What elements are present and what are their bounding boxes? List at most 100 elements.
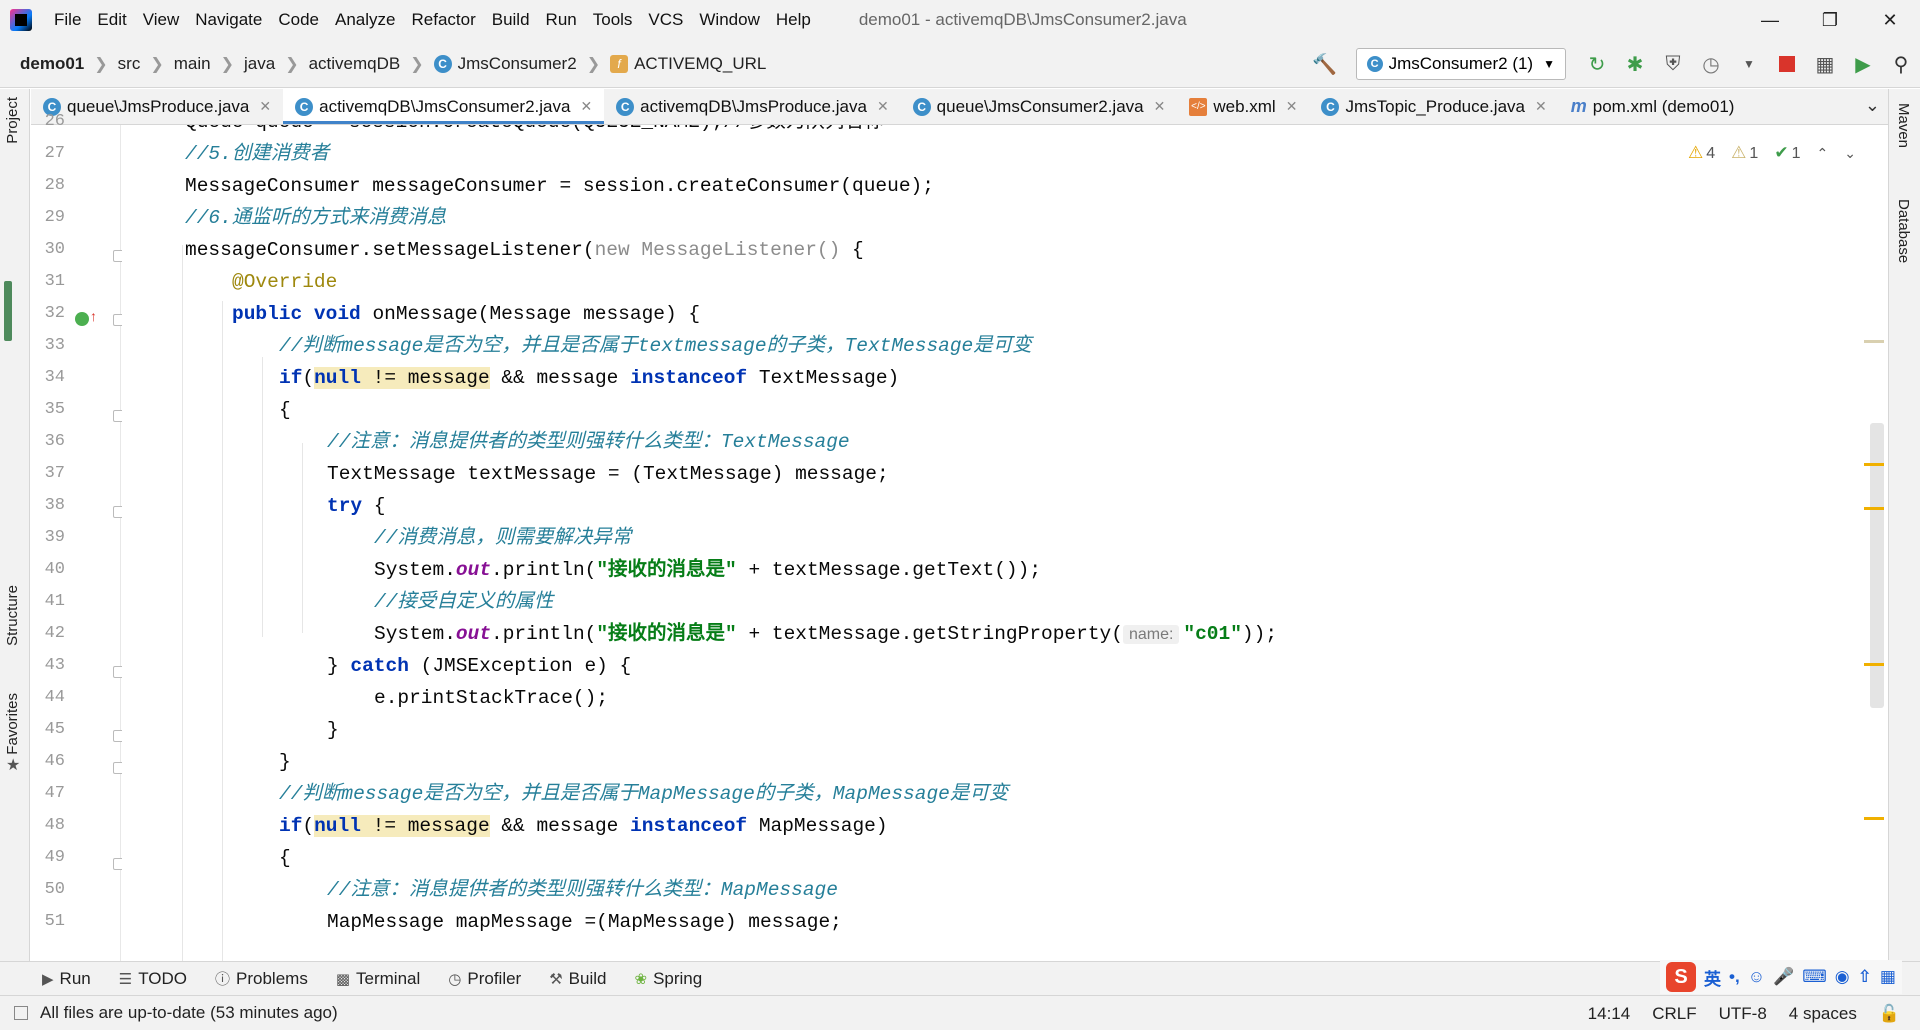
tab-queue-jmsconsumer2[interactable]: Cqueue\JmsConsumer2.java ✕ bbox=[901, 89, 1178, 124]
breadcrumb-class[interactable]: C JmsConsumer2 bbox=[428, 54, 583, 74]
close-icon[interactable]: ✕ bbox=[1286, 98, 1298, 115]
line-number[interactable]: 38 bbox=[31, 496, 65, 515]
close-button[interactable]: ✕ bbox=[1860, 0, 1920, 40]
restore-button[interactable]: ❐ bbox=[1800, 0, 1860, 40]
menu-view[interactable]: View bbox=[135, 0, 188, 40]
status-message[interactable]: All files are up-to-date (53 minutes ago… bbox=[14, 1003, 338, 1023]
error-stripe-marker[interactable] bbox=[1864, 817, 1884, 820]
close-icon[interactable]: ✕ bbox=[877, 98, 889, 115]
run-anything-icon[interactable]: ▶ bbox=[1846, 47, 1880, 81]
line-number[interactable]: 31 bbox=[31, 272, 65, 291]
warnings-count[interactable]: ⚠ 4 bbox=[1688, 143, 1715, 163]
line-number[interactable]: 40 bbox=[31, 560, 65, 579]
menu-analyze[interactable]: Analyze bbox=[327, 0, 403, 40]
line-number[interactable]: 30 bbox=[31, 240, 65, 259]
close-icon[interactable]: ✕ bbox=[259, 98, 271, 115]
project-tool-tab[interactable]: Project bbox=[4, 97, 21, 144]
menu-build[interactable]: Build bbox=[484, 0, 538, 40]
ime-toolbar[interactable]: S 英 •, ☺ 🎤 ⌨ ◉ ⇧ ▦ bbox=[1660, 960, 1902, 994]
breadcrumb-field[interactable]: f ACTIVEMQ_URL bbox=[604, 54, 772, 74]
line-number[interactable]: 44 bbox=[31, 688, 65, 707]
close-icon[interactable]: ✕ bbox=[1535, 98, 1547, 115]
line-number[interactable]: 35 bbox=[31, 400, 65, 419]
run-tool-button[interactable]: ▶ Run bbox=[42, 969, 91, 989]
tab-pom-xml[interactable]: m pom.xml (demo01) bbox=[1559, 89, 1747, 124]
line-number[interactable]: 32 bbox=[31, 304, 65, 323]
error-stripe-marker[interactable] bbox=[1864, 340, 1884, 343]
menu-edit[interactable]: Edit bbox=[89, 0, 134, 40]
menu-help[interactable]: Help bbox=[768, 0, 819, 40]
keyboard-icon[interactable]: ⌨ bbox=[1802, 967, 1827, 987]
error-stripe-marker[interactable] bbox=[1864, 463, 1884, 466]
caret-position[interactable]: 14:14 bbox=[1588, 1004, 1631, 1024]
rerun-icon[interactable]: ↻ bbox=[1580, 47, 1614, 81]
debug-bug-icon[interactable]: ✱ bbox=[1618, 47, 1652, 81]
menu-tools[interactable]: Tools bbox=[585, 0, 641, 40]
tab-activemqdb-jmsconsumer2[interactable]: CactivemqDB\JmsConsumer2.java ✕ bbox=[283, 89, 605, 124]
line-number[interactable]: 36 bbox=[31, 432, 65, 451]
profile-icon[interactable]: ◷ bbox=[1694, 47, 1728, 81]
profiler-tool-button[interactable]: ◷ Profiler bbox=[448, 969, 521, 989]
line-number[interactable]: 26 bbox=[31, 112, 65, 131]
search-icon[interactable]: ⚲ bbox=[1884, 47, 1918, 81]
typos-count[interactable]: ✔ 1 bbox=[1774, 143, 1800, 163]
more-run-chevron-icon[interactable]: ▼ bbox=[1732, 47, 1766, 81]
punctuation-icon[interactable]: •, bbox=[1729, 967, 1740, 987]
tab-queue-jmsproduce[interactable]: Cqueue\JmsProduce.java ✕ bbox=[31, 89, 283, 124]
coverage-shield-icon[interactable]: ⛨ bbox=[1656, 47, 1690, 81]
ime-language-toggle[interactable]: 英 bbox=[1704, 965, 1721, 990]
line-number[interactable]: 43 bbox=[31, 656, 65, 675]
line-number[interactable]: 39 bbox=[31, 528, 65, 547]
breadcrumb-project[interactable]: demo01 bbox=[14, 54, 90, 74]
tab-activemqdb-jmsproduce[interactable]: CactivemqDB\JmsProduce.java ✕ bbox=[604, 89, 901, 124]
tab-list-chevron-icon[interactable]: ⌄ bbox=[1865, 95, 1880, 116]
breadcrumb-src[interactable]: src bbox=[112, 54, 147, 74]
stop-icon[interactable] bbox=[1770, 47, 1804, 81]
lock-icon[interactable]: 🔓 bbox=[1879, 1004, 1900, 1024]
line-number[interactable]: 34 bbox=[31, 368, 65, 387]
inspection-widget[interactable]: ⚠ 4 ⚠ 1 ✔ 1 ⌃ ⌄ bbox=[1688, 143, 1856, 163]
menu-refactor[interactable]: Refactor bbox=[403, 0, 483, 40]
minimize-button[interactable]: — bbox=[1740, 0, 1800, 40]
build-tool-button[interactable]: ⚒ Build bbox=[549, 969, 606, 989]
structure-tool-tab[interactable]: Structure bbox=[4, 585, 21, 646]
spring-tool-button[interactable]: ❀ Spring bbox=[634, 969, 702, 989]
line-number[interactable]: 50 bbox=[31, 880, 65, 899]
line-number[interactable]: 33 bbox=[31, 336, 65, 355]
code-editor[interactable]: Queue queue = session.createQueue(QUEUE_… bbox=[122, 125, 1570, 961]
terminal-tool-button[interactable]: ▩ Terminal bbox=[336, 969, 420, 989]
line-number[interactable]: 48 bbox=[31, 816, 65, 835]
tab-jmstopic-produce[interactable]: C JmsTopic_Produce.java ✕ bbox=[1309, 89, 1558, 124]
run-configuration-select[interactable]: C JmsConsumer2 (1) ▼ bbox=[1355, 48, 1566, 80]
menu-navigate[interactable]: Navigate bbox=[187, 0, 270, 40]
line-number[interactable]: 28 bbox=[31, 176, 65, 195]
line-number[interactable]: 37 bbox=[31, 464, 65, 483]
error-stripe-marker[interactable] bbox=[1864, 507, 1884, 510]
menu-file[interactable]: File bbox=[46, 0, 89, 40]
close-icon[interactable]: ✕ bbox=[580, 98, 592, 115]
line-number[interactable]: 51 bbox=[31, 912, 65, 931]
skin-icon[interactable]: ◉ bbox=[1835, 967, 1850, 987]
close-icon[interactable]: ✕ bbox=[1154, 98, 1166, 115]
error-stripe-marker[interactable] bbox=[1864, 663, 1884, 666]
line-number[interactable]: 42 bbox=[31, 624, 65, 643]
menu-code[interactable]: Code bbox=[270, 0, 327, 40]
maven-tool-tab[interactable]: Maven bbox=[1895, 103, 1912, 148]
favorites-tool-tab[interactable]: Favorites bbox=[4, 693, 21, 755]
line-number[interactable]: 45 bbox=[31, 720, 65, 739]
indent-setting[interactable]: 4 spaces bbox=[1789, 1004, 1857, 1024]
menu-grid-icon[interactable]: ▦ bbox=[1880, 967, 1896, 987]
upload-icon[interactable]: ⇧ bbox=[1858, 967, 1872, 987]
tab-web-xml[interactable]: </> web.xml ✕ bbox=[1177, 89, 1309, 124]
line-number[interactable]: 49 bbox=[31, 848, 65, 867]
emoji-icon[interactable]: ☺ bbox=[1748, 967, 1765, 987]
hammer-build-icon[interactable]: 🔨 bbox=[1308, 47, 1342, 81]
project-structure-icon[interactable]: ▦ bbox=[1808, 47, 1842, 81]
line-separator[interactable]: CRLF bbox=[1652, 1004, 1696, 1024]
menu-window[interactable]: Window bbox=[691, 0, 767, 40]
breadcrumb-package[interactable]: activemqDB bbox=[303, 54, 407, 74]
menu-vcs[interactable]: VCS bbox=[640, 0, 691, 40]
breadcrumb-main[interactable]: main bbox=[168, 54, 217, 74]
previous-highlight-icon[interactable]: ⌃ bbox=[1816, 145, 1828, 162]
todo-tool-button[interactable]: ☰ TODO bbox=[119, 969, 187, 989]
